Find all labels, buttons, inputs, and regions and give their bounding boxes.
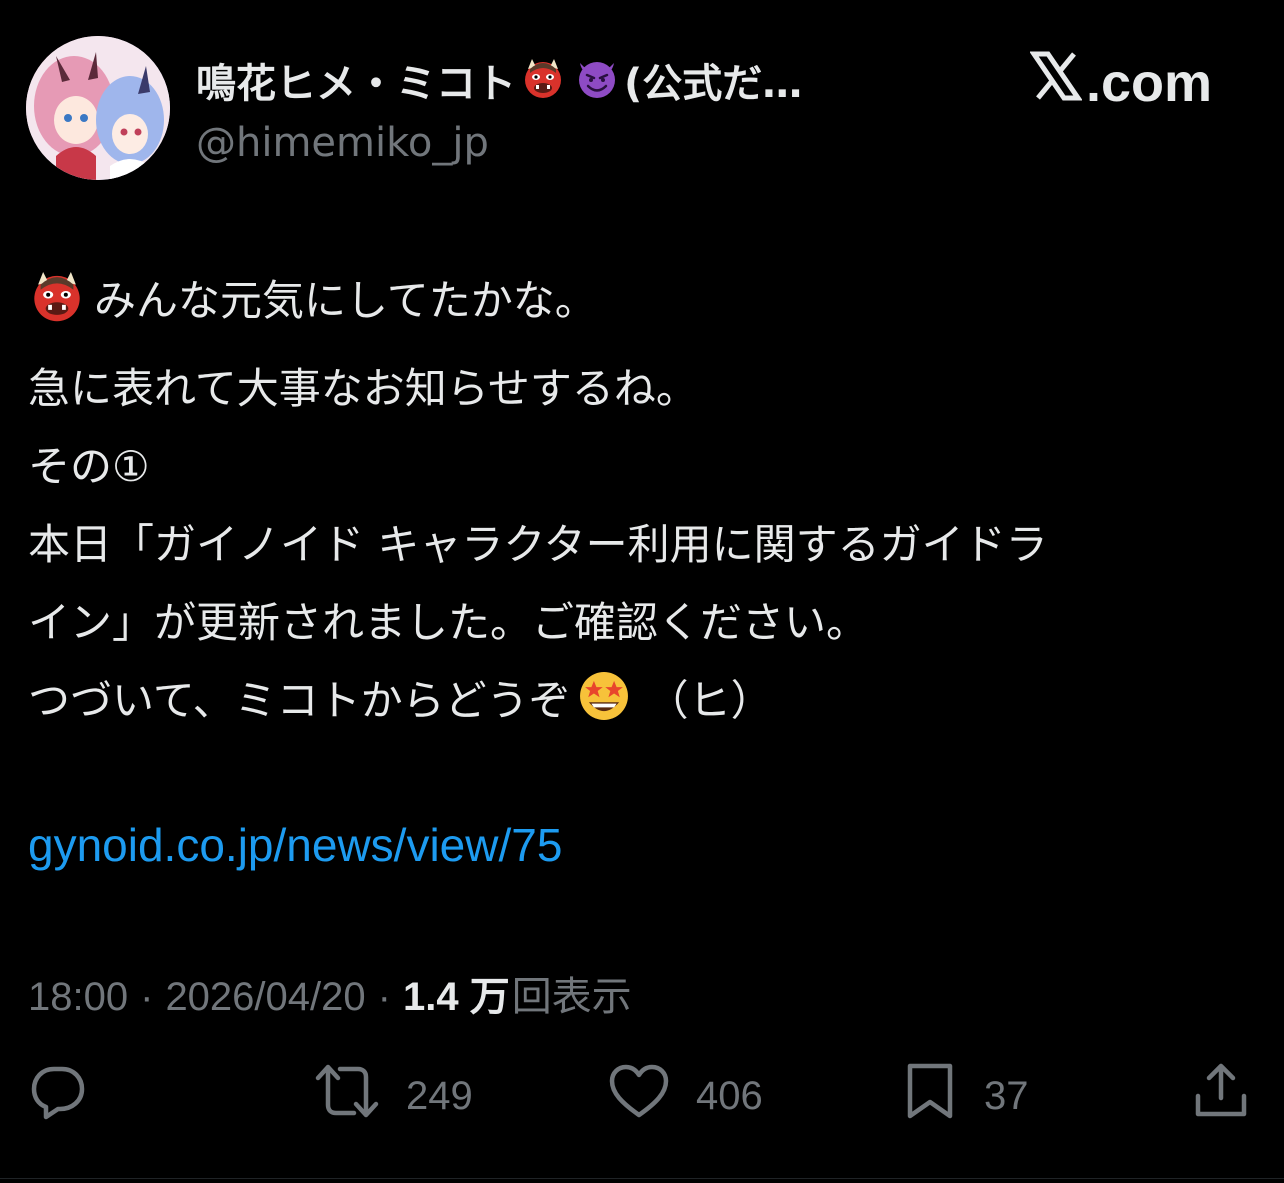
post-link[interactable]: gynoid.co.jp/news/view/75: [28, 818, 562, 872]
post-line-5: イン」が更新されました。ご確認ください。: [28, 598, 869, 647]
share-button[interactable]: [1192, 1063, 1250, 1128]
post-line-6: つづいて、ミコトからどうぞ （ヒ）: [28, 662, 1258, 750]
reply-button[interactable]: [28, 1064, 88, 1128]
post-line-4: 本日「ガイノイド キャラクター利用に関するガイドラ: [28, 520, 1048, 569]
repost-icon: [314, 1061, 380, 1131]
meta-separator: ·: [140, 975, 154, 1019]
star-struck-emoji: [575, 667, 633, 750]
author-name-row[interactable]: 鳴花ヒメ・ミコト (公式だ…: [196, 50, 802, 110]
action-bar: 249 406 37: [28, 1063, 1250, 1134]
post-text: つづいて、ミコトからどうぞ: [28, 676, 571, 725]
bookmark-icon: [902, 1060, 958, 1132]
like-button[interactable]: 406: [608, 1064, 763, 1128]
reply-icon: [28, 1061, 88, 1131]
views-count: 1.4 万: [402, 975, 510, 1019]
post-meta: 18:00 · 2026/04/20 · 1.4 万 回表示: [28, 964, 632, 1022]
post-body: みんな元気にしてたかな。 急に表れて大事なお知らせするね。 その① 本日「ガイノ…: [28, 262, 1258, 750]
post-line-3: その①: [28, 442, 150, 491]
like-count: 406: [696, 1073, 763, 1118]
brand-label: .com: [1085, 52, 1212, 113]
repost-button[interactable]: 249: [314, 1064, 473, 1128]
red-oni-emoji: [28, 267, 86, 350]
post-time[interactable]: 18:00: [28, 975, 128, 1020]
x-brand-logo[interactable]: .com: [1029, 50, 1212, 115]
x-logo-icon: [1029, 50, 1083, 115]
bookmark-button[interactable]: 37: [902, 1063, 1029, 1128]
meta-separator: ·: [377, 975, 391, 1019]
views-label: 回表示: [511, 975, 632, 1019]
post-header: 鳴花ヒメ・ミコト (公式だ… @himemiko_jp .com: [26, 36, 1258, 180]
heart-icon: [608, 1061, 670, 1131]
author-handle[interactable]: @himemiko_jp: [196, 120, 489, 166]
post-date[interactable]: 2026/04/20: [165, 975, 365, 1020]
anime-avatar-icon[interactable]: [26, 36, 170, 180]
bookmark-count: 37: [984, 1073, 1029, 1118]
author-display-name[interactable]: 鳴花ヒメ・ミコト: [196, 51, 516, 109]
divider: [0, 1178, 1284, 1179]
red-oni-emoji: [520, 55, 566, 105]
post-signature: （ヒ）: [646, 676, 773, 725]
post-line-2: 急に表れて大事なお知らせするね。: [28, 364, 698, 413]
share-icon: [1192, 1060, 1250, 1132]
author-name-suffix[interactable]: (公式だ…: [624, 51, 802, 109]
repost-count: 249: [406, 1073, 473, 1118]
smiling-devil-emoji: [574, 55, 620, 105]
post-text: みんな元気にしてたかな。: [94, 276, 597, 325]
post-line-1: みんな元気にしてたかな。: [28, 262, 1258, 350]
